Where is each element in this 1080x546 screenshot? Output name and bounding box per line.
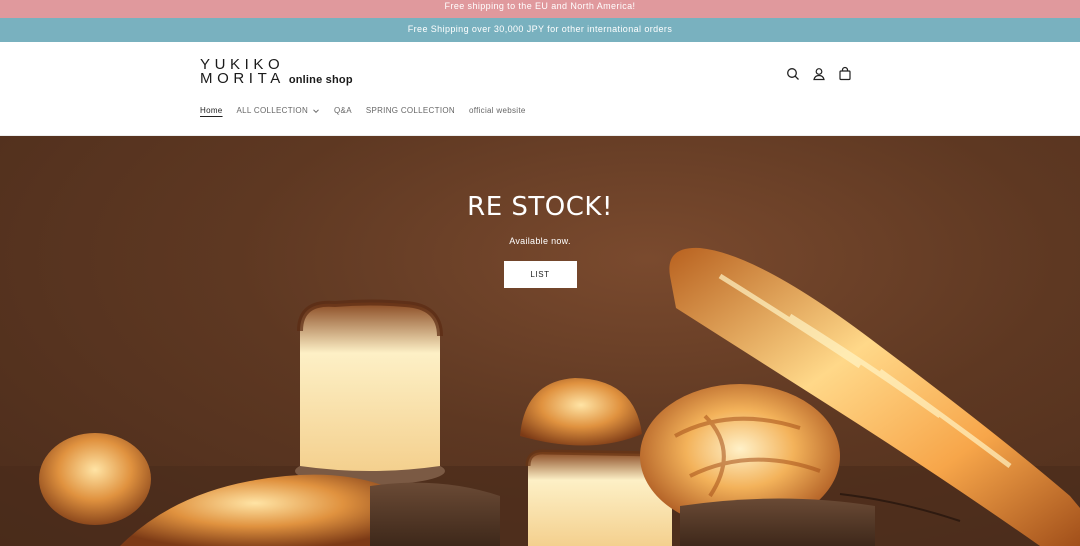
- account-icon[interactable]: [811, 66, 827, 82]
- nav-item-spring-collection[interactable]: SPRING COLLECTION: [366, 106, 455, 115]
- nav-item-label: Q&A: [334, 106, 352, 115]
- hero-title: RE STOCK!: [467, 192, 613, 222]
- list-button[interactable]: LIST: [503, 261, 577, 288]
- announcement-bar-top: Free shipping to the EU and North Americ…: [0, 0, 1080, 18]
- brand-subtitle: online shop: [288, 74, 353, 86]
- hero-content: RE STOCK! Available now. LIST: [0, 192, 1080, 288]
- cart-icon[interactable]: [837, 66, 853, 82]
- nav-item-official-website[interactable]: official website: [469, 106, 526, 115]
- nav-item-label: ALL COLLECTION: [236, 106, 309, 115]
- header-icons: [785, 66, 853, 82]
- brand-line2-row: MORITA online shop: [200, 70, 353, 87]
- hero-subtitle: Available now.: [509, 236, 571, 246]
- nav-item-label: Home: [200, 106, 223, 115]
- nav-item-label: SPRING COLLECTION: [365, 106, 455, 115]
- announcement-bar-secondary: Free Shipping over 30,000 JPY for other …: [0, 18, 1080, 42]
- nav-item-home[interactable]: Home: [200, 106, 223, 115]
- site-header: YUKIKO MORITA online shop Home ALL COLLE…: [0, 42, 1080, 136]
- main-nav: Home ALL COLLECTION Q&A SPRING COLLECTIO…: [200, 106, 540, 115]
- nav-item-all-collection[interactable]: ALL COLLECTION: [237, 106, 320, 115]
- nav-item-qa[interactable]: Q&A: [334, 106, 352, 115]
- chevron-down-icon: [312, 107, 320, 115]
- nav-item-label: official website: [468, 106, 526, 115]
- announcement-text-secondary: Free Shipping over 30,000 JPY for other …: [407, 24, 673, 34]
- search-icon[interactable]: [785, 66, 801, 82]
- brand-line2: MORITA: [200, 70, 285, 87]
- brand-logo[interactable]: YUKIKO MORITA online shop: [200, 57, 353, 87]
- hero-banner: RE STOCK! Available now. LIST: [0, 136, 1080, 546]
- announcement-text-top: Free shipping to the EU and North Americ…: [444, 1, 636, 11]
